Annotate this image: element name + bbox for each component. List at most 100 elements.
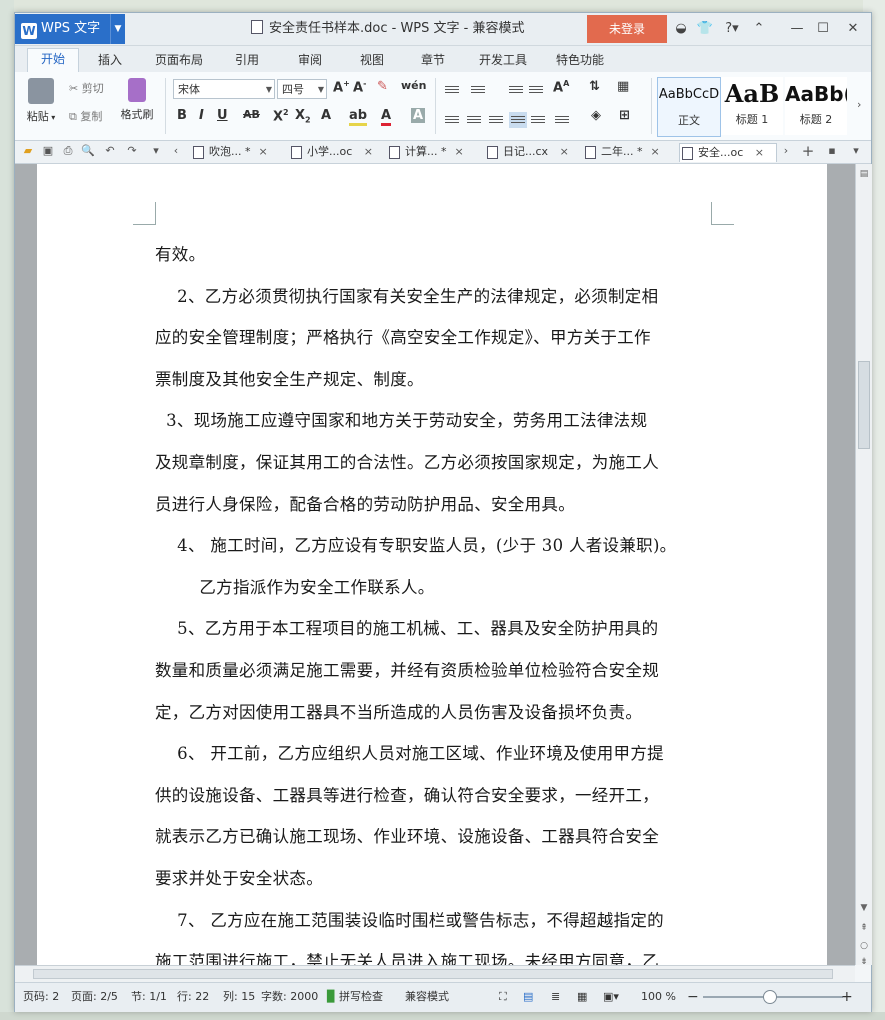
vertical-scrollbar[interactable]: ▤ ▼ ⇞ ○ ⇟	[855, 164, 872, 968]
next-page-icon[interactable]: ⇟	[859, 956, 869, 968]
bold-icon[interactable]: B	[177, 108, 187, 123]
doc-tab[interactable]: 计算... * ×	[387, 143, 490, 161]
document-page[interactable]: 有效。 2、乙方必须贯彻执行国家有关安全生产的法律规定，必须制定相 应的安全管理制…	[37, 164, 827, 965]
doc-tab[interactable]: 小学...oc ×	[289, 143, 392, 161]
spell-check-icon[interactable]: ▉	[327, 983, 335, 1011]
style-normal[interactable]: AaBbCcD 正文	[657, 77, 721, 137]
hscroll-thumb[interactable]	[33, 969, 833, 979]
tab-list-icon[interactable]: ▪	[825, 144, 839, 158]
skin-icon[interactable]: ◒	[671, 19, 691, 39]
tabs-scroll-right-icon[interactable]: ›	[779, 144, 793, 158]
bullets-icon[interactable]	[445, 84, 459, 96]
close-tab-icon[interactable]: ×	[455, 145, 464, 158]
close-tab-icon[interactable]: ×	[755, 146, 764, 159]
align-left-icon[interactable]	[445, 114, 459, 126]
shrink-font-icon[interactable]: A-	[353, 79, 366, 95]
zoom-out-icon[interactable]: −	[687, 983, 699, 1011]
page-view-icon[interactable]: ▤	[523, 983, 533, 1011]
scroll-thumb[interactable]	[858, 361, 870, 449]
tab-references[interactable]: 引用	[235, 50, 259, 70]
save-icon[interactable]: ▣	[41, 144, 55, 158]
close-button[interactable]: ✕	[843, 19, 863, 39]
tab-page-layout[interactable]: 页面布局	[155, 50, 203, 70]
copy-button[interactable]: ⧉ 复制	[69, 108, 102, 124]
outline-view-icon[interactable]: ≣	[551, 983, 560, 1011]
app-menu-button[interactable]: W WPS 文字 ▼	[15, 14, 125, 44]
close-tab-icon[interactable]: ×	[364, 145, 373, 158]
tab-review[interactable]: 审阅	[298, 50, 322, 70]
underline-icon[interactable]: U	[217, 108, 228, 123]
fullscreen-icon[interactable]: ⛶	[499, 983, 507, 1011]
zoom-in-icon[interactable]: +	[841, 983, 853, 1011]
tab-developer[interactable]: 开发工具	[479, 50, 527, 70]
print-icon[interactable]: ⎙	[61, 144, 75, 158]
maximize-button[interactable]: ☐	[813, 19, 833, 39]
font-size-select[interactable]: 四号 ▼	[277, 79, 327, 99]
table-icon[interactable]: ▦	[617, 79, 629, 94]
borders-icon[interactable]: ⊞	[619, 108, 630, 123]
scroll-down-icon[interactable]: ▼	[859, 902, 869, 914]
clear-format-icon[interactable]: ✎	[377, 79, 388, 94]
doc-tab[interactable]: 日记...cx ×	[485, 143, 588, 161]
status-word-count[interactable]: 字数: 2000	[261, 983, 318, 1011]
char-shading-icon[interactable]: A	[411, 108, 426, 123]
italic-icon[interactable]: I	[199, 108, 204, 123]
prev-page-icon[interactable]: ⇞	[859, 922, 869, 934]
distributed-icon[interactable]	[531, 114, 545, 126]
close-tab-icon[interactable]: ×	[259, 145, 268, 158]
justify-icon[interactable]	[509, 112, 527, 128]
document-body[interactable]: 有效。 2、乙方必须贯彻执行国家有关安全生产的法律规定，必须制定相 应的安全管理制…	[155, 234, 711, 965]
collapse-ribbon-icon[interactable]: ⌃	[749, 19, 769, 39]
tab-menu-icon[interactable]: ▾	[849, 144, 863, 158]
web-view-icon[interactable]: ▦	[577, 983, 587, 1011]
app-menu-dropdown-icon[interactable]: ▼	[110, 14, 125, 44]
paste-button[interactable]: 粘贴 ▾	[23, 78, 59, 124]
shirt-icon[interactable]: 👕	[695, 19, 715, 39]
align-center-icon[interactable]	[467, 114, 481, 126]
redo-icon[interactable]: ↷	[125, 144, 139, 158]
paragraph-shading-icon[interactable]: ◈	[591, 108, 601, 123]
tab-view[interactable]: 视图	[360, 50, 384, 70]
print-preview-icon[interactable]: 🔍	[81, 144, 95, 158]
tab-chapter[interactable]: 章节	[421, 50, 445, 70]
format-painter-button[interactable]: 格式刷	[117, 78, 157, 122]
line-spacing-icon[interactable]	[555, 114, 569, 126]
doc-tab[interactable]: 二年... * ×	[583, 143, 686, 161]
minimize-button[interactable]: —	[787, 19, 807, 39]
numbering-icon[interactable]	[471, 84, 485, 96]
horizontal-scrollbar[interactable]	[15, 965, 855, 982]
highlight-icon[interactable]: ab	[349, 108, 368, 126]
close-tab-icon[interactable]: ×	[560, 145, 569, 158]
new-tab-icon[interactable]: +	[801, 144, 815, 159]
subscript-icon[interactable]: X2	[295, 108, 311, 125]
phonetic-icon[interactable]: wén	[401, 79, 426, 92]
tabs-scroll-left-icon[interactable]: ‹	[169, 144, 183, 158]
help-icon[interactable]: ?▾	[719, 19, 745, 39]
quick-access-dropdown-icon[interactable]: ▾	[149, 144, 163, 158]
style-heading-1[interactable]: AaB 标题 1	[721, 77, 783, 135]
font-name-select[interactable]: 宋体 ▼	[173, 79, 275, 99]
select-browse-icon[interactable]: ○	[859, 940, 869, 952]
grow-font-icon[interactable]: A+	[333, 79, 350, 95]
tab-insert[interactable]: 插入	[98, 50, 122, 70]
doc-tab-active[interactable]: 安全...oc ×	[679, 143, 777, 162]
tab-special[interactable]: 特色功能	[556, 50, 604, 70]
align-right-icon[interactable]	[489, 114, 503, 126]
doc-tab[interactable]: 吹泡... * ×	[191, 143, 294, 161]
change-case-icon[interactable]: AA	[553, 79, 569, 95]
decrease-indent-icon[interactable]	[509, 84, 523, 96]
text-effect-icon[interactable]: A	[321, 108, 331, 123]
styles-more-icon[interactable]: ›	[857, 98, 861, 111]
reading-view-icon[interactable]: ▣▾	[603, 983, 619, 1011]
status-zoom[interactable]: 100 %	[641, 983, 676, 1011]
tab-home[interactable]: 开始	[27, 48, 79, 73]
style-heading-2[interactable]: AaBb( 标题 2	[785, 77, 847, 135]
status-spell-check[interactable]: 拼写检查	[339, 983, 383, 1011]
login-button[interactable]: 未登录	[587, 15, 667, 43]
cut-button[interactable]: ✂ 剪切	[69, 80, 104, 96]
nav-pane-icon[interactable]: ▤	[859, 168, 869, 180]
increase-indent-icon[interactable]	[529, 84, 543, 96]
font-color-icon[interactable]: A	[381, 108, 392, 126]
strikethrough-icon[interactable]: AB	[243, 108, 260, 121]
close-tab-icon[interactable]: ×	[651, 145, 660, 158]
